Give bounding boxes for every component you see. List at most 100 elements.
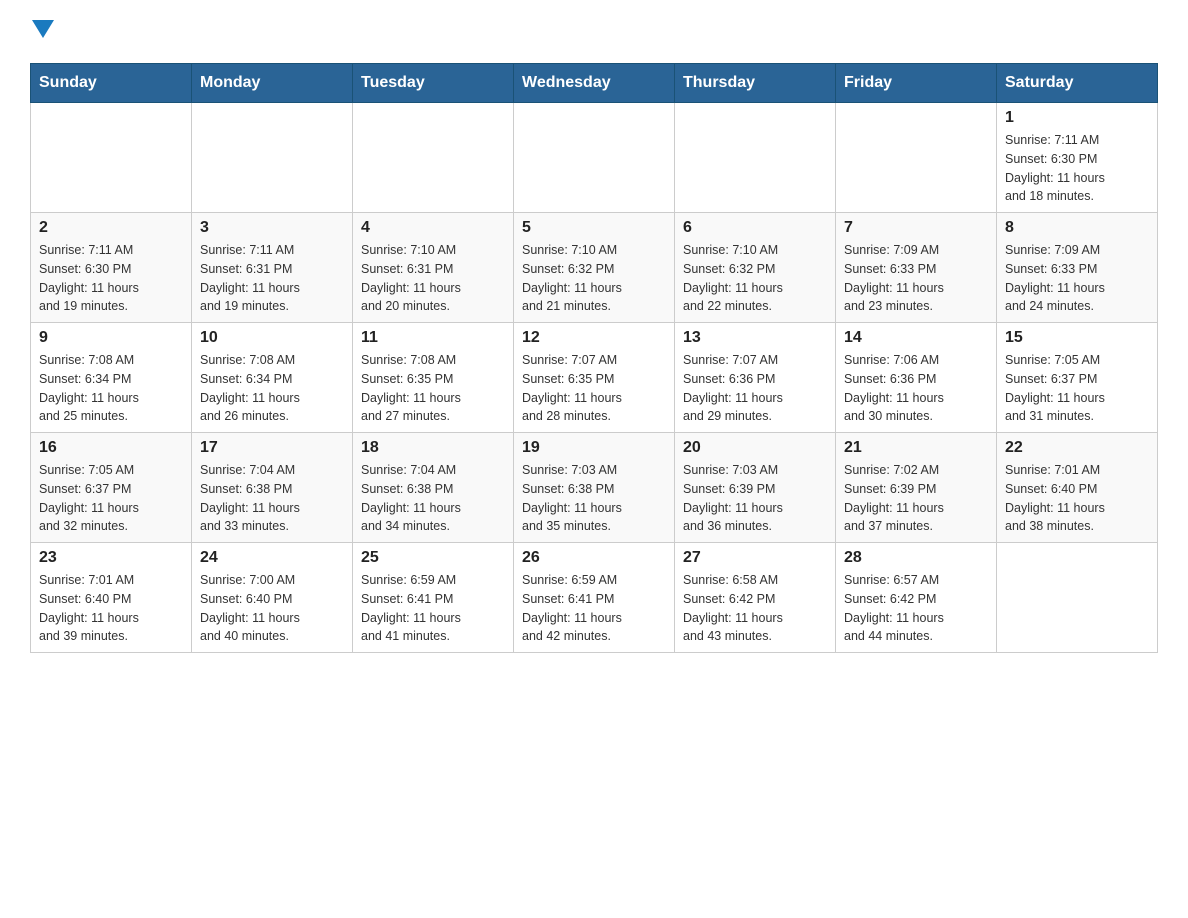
calendar-table: SundayMondayTuesdayWednesdayThursdayFrid…: [30, 63, 1158, 653]
day-number: 16: [39, 439, 183, 457]
day-info: Sunrise: 6:59 AMSunset: 6:41 PMDaylight:…: [522, 571, 666, 646]
day-info: Sunrise: 7:04 AMSunset: 6:38 PMDaylight:…: [361, 461, 505, 536]
day-number: 5: [522, 219, 666, 237]
day-number: 10: [200, 329, 344, 347]
calendar-cell: 6Sunrise: 7:10 AMSunset: 6:32 PMDaylight…: [675, 213, 836, 323]
day-number: 28: [844, 549, 988, 567]
day-info: Sunrise: 7:06 AMSunset: 6:36 PMDaylight:…: [844, 351, 988, 426]
col-header-sunday: Sunday: [31, 64, 192, 103]
day-number: 11: [361, 329, 505, 347]
week-row-4: 16 Sunrise: 7:05 AMSunset: 6:37 PMDayligh…: [31, 433, 1158, 543]
calendar-cell: 10 Sunrise: 7:08 AMSunset: 6:34 PMDayligh…: [192, 323, 353, 433]
calendar-cell: 13 Sunrise: 7:07 AMSunset: 6:36 PMDayligh…: [675, 323, 836, 433]
day-info: Sunrise: 7:11 AMSunset: 6:31 PMDaylight:…: [200, 241, 344, 316]
calendar-cell: 9 Sunrise: 7:08 AMSunset: 6:34 PMDaylight…: [31, 323, 192, 433]
calendar-cell: 3 Sunrise: 7:11 AMSunset: 6:31 PMDaylight…: [192, 213, 353, 323]
day-info: Sunrise: 7:07 AMSunset: 6:35 PMDaylight:…: [522, 351, 666, 426]
calendar-cell: 24 Sunrise: 7:00 AMSunset: 6:40 PMDayligh…: [192, 543, 353, 653]
calendar-cell: [836, 103, 997, 213]
col-header-thursday: Thursday: [675, 64, 836, 103]
day-info: Sunrise: 7:09 AMSunset: 6:33 PMDaylight:…: [1005, 241, 1149, 316]
day-info: Sunrise: 7:03 AMSunset: 6:39 PMDaylight:…: [683, 461, 827, 536]
week-row-2: 2Sunrise: 7:11 AMSunset: 6:30 PMDaylight…: [31, 213, 1158, 323]
day-number: 8: [1005, 219, 1149, 237]
calendar-cell: [192, 103, 353, 213]
week-row-5: 23 Sunrise: 7:01 AMSunset: 6:40 PMDayligh…: [31, 543, 1158, 653]
day-info: Sunrise: 6:59 AMSunset: 6:41 PMDaylight:…: [361, 571, 505, 646]
calendar-cell: 8 Sunrise: 7:09 AMSunset: 6:33 PMDaylight…: [997, 213, 1158, 323]
page-header: [30, 20, 1158, 43]
calendar-cell: 20 Sunrise: 7:03 AMSunset: 6:39 PMDayligh…: [675, 433, 836, 543]
day-info: Sunrise: 7:08 AMSunset: 6:34 PMDaylight:…: [200, 351, 344, 426]
calendar-cell: 11 Sunrise: 7:08 AMSunset: 6:35 PMDayligh…: [353, 323, 514, 433]
day-info: Sunrise: 7:10 AMSunset: 6:32 PMDaylight:…: [522, 241, 666, 316]
day-number: 24: [200, 549, 344, 567]
calendar-cell: 5 Sunrise: 7:10 AMSunset: 6:32 PMDaylight…: [514, 213, 675, 323]
day-info: Sunrise: 6:57 AMSunset: 6:42 PMDaylight:…: [844, 571, 988, 646]
day-info: Sunrise: 7:01 AMSunset: 6:40 PMDaylight:…: [1005, 461, 1149, 536]
calendar-cell: 4 Sunrise: 7:10 AMSunset: 6:31 PMDaylight…: [353, 213, 514, 323]
day-info: Sunrise: 7:03 AMSunset: 6:38 PMDaylight:…: [522, 461, 666, 536]
calendar-cell: 12 Sunrise: 7:07 AMSunset: 6:35 PMDayligh…: [514, 323, 675, 433]
day-info: Sunrise: 7:10 AMSunset: 6:32 PMDaylight:…: [683, 241, 827, 316]
day-info: Sunrise: 7:01 AMSunset: 6:40 PMDaylight:…: [39, 571, 183, 646]
day-info: Sunrise: 7:05 AMSunset: 6:37 PMDaylight:…: [1005, 351, 1149, 426]
day-info: Sunrise: 7:11 AMSunset: 6:30 PMDaylight:…: [1005, 131, 1149, 206]
day-info: Sunrise: 7:00 AMSunset: 6:40 PMDaylight:…: [200, 571, 344, 646]
logo-arrow-icon: [32, 20, 54, 38]
day-number: 25: [361, 549, 505, 567]
col-header-monday: Monday: [192, 64, 353, 103]
calendar-cell: [675, 103, 836, 213]
calendar-cell: 2Sunrise: 7:11 AMSunset: 6:30 PMDaylight…: [31, 213, 192, 323]
day-info: Sunrise: 7:08 AMSunset: 6:34 PMDaylight:…: [39, 351, 183, 426]
calendar-cell: 26Sunrise: 6:59 AMSunset: 6:41 PMDayligh…: [514, 543, 675, 653]
day-number: 9: [39, 329, 183, 347]
day-number: 27: [683, 549, 827, 567]
calendar-cell: 21 Sunrise: 7:02 AMSunset: 6:39 PMDayligh…: [836, 433, 997, 543]
logo: [30, 20, 54, 43]
calendar-cell: 22 Sunrise: 7:01 AMSunset: 6:40 PMDayligh…: [997, 433, 1158, 543]
calendar-cell: 17Sunrise: 7:04 AMSunset: 6:38 PMDayligh…: [192, 433, 353, 543]
day-number: 12: [522, 329, 666, 347]
day-number: 13: [683, 329, 827, 347]
calendar-cell: 1 Sunrise: 7:11 AMSunset: 6:30 PMDaylight…: [997, 103, 1158, 213]
calendar-cell: 15 Sunrise: 7:05 AMSunset: 6:37 PMDayligh…: [997, 323, 1158, 433]
day-number: 18: [361, 439, 505, 457]
day-number: 3: [200, 219, 344, 237]
day-number: 20: [683, 439, 827, 457]
day-number: 23: [39, 549, 183, 567]
week-row-1: 1 Sunrise: 7:11 AMSunset: 6:30 PMDaylight…: [31, 103, 1158, 213]
calendar-cell: 7Sunrise: 7:09 AMSunset: 6:33 PMDaylight…: [836, 213, 997, 323]
day-info: Sunrise: 7:05 AMSunset: 6:37 PMDaylight:…: [39, 461, 183, 536]
calendar-cell: 28 Sunrise: 6:57 AMSunset: 6:42 PMDayligh…: [836, 543, 997, 653]
day-number: 22: [1005, 439, 1149, 457]
day-number: 21: [844, 439, 988, 457]
calendar-cell: 25 Sunrise: 6:59 AMSunset: 6:41 PMDayligh…: [353, 543, 514, 653]
day-number: 14: [844, 329, 988, 347]
calendar-header-row: SundayMondayTuesdayWednesdayThursdayFrid…: [31, 64, 1158, 103]
day-number: 1: [1005, 109, 1149, 127]
day-number: 15: [1005, 329, 1149, 347]
calendar-cell: [997, 543, 1158, 653]
calendar-cell: [31, 103, 192, 213]
day-number: 19: [522, 439, 666, 457]
day-info: Sunrise: 7:10 AMSunset: 6:31 PMDaylight:…: [361, 241, 505, 316]
calendar-cell: [353, 103, 514, 213]
calendar-cell: 14 Sunrise: 7:06 AMSunset: 6:36 PMDayligh…: [836, 323, 997, 433]
day-info: Sunrise: 7:04 AMSunset: 6:38 PMDaylight:…: [200, 461, 344, 536]
day-info: Sunrise: 7:07 AMSunset: 6:36 PMDaylight:…: [683, 351, 827, 426]
day-number: 4: [361, 219, 505, 237]
col-header-wednesday: Wednesday: [514, 64, 675, 103]
week-row-3: 9 Sunrise: 7:08 AMSunset: 6:34 PMDaylight…: [31, 323, 1158, 433]
col-header-friday: Friday: [836, 64, 997, 103]
day-info: Sunrise: 7:08 AMSunset: 6:35 PMDaylight:…: [361, 351, 505, 426]
col-header-tuesday: Tuesday: [353, 64, 514, 103]
calendar-cell: 23 Sunrise: 7:01 AMSunset: 6:40 PMDayligh…: [31, 543, 192, 653]
day-info: Sunrise: 7:11 AMSunset: 6:30 PMDaylight:…: [39, 241, 183, 316]
day-info: Sunrise: 7:09 AMSunset: 6:33 PMDaylight:…: [844, 241, 988, 316]
calendar-cell: 19 Sunrise: 7:03 AMSunset: 6:38 PMDayligh…: [514, 433, 675, 543]
calendar-cell: 18 Sunrise: 7:04 AMSunset: 6:38 PMDayligh…: [353, 433, 514, 543]
calendar-cell: 27Sunrise: 6:58 AMSunset: 6:42 PMDayligh…: [675, 543, 836, 653]
day-info: Sunrise: 7:02 AMSunset: 6:39 PMDaylight:…: [844, 461, 988, 536]
col-header-saturday: Saturday: [997, 64, 1158, 103]
